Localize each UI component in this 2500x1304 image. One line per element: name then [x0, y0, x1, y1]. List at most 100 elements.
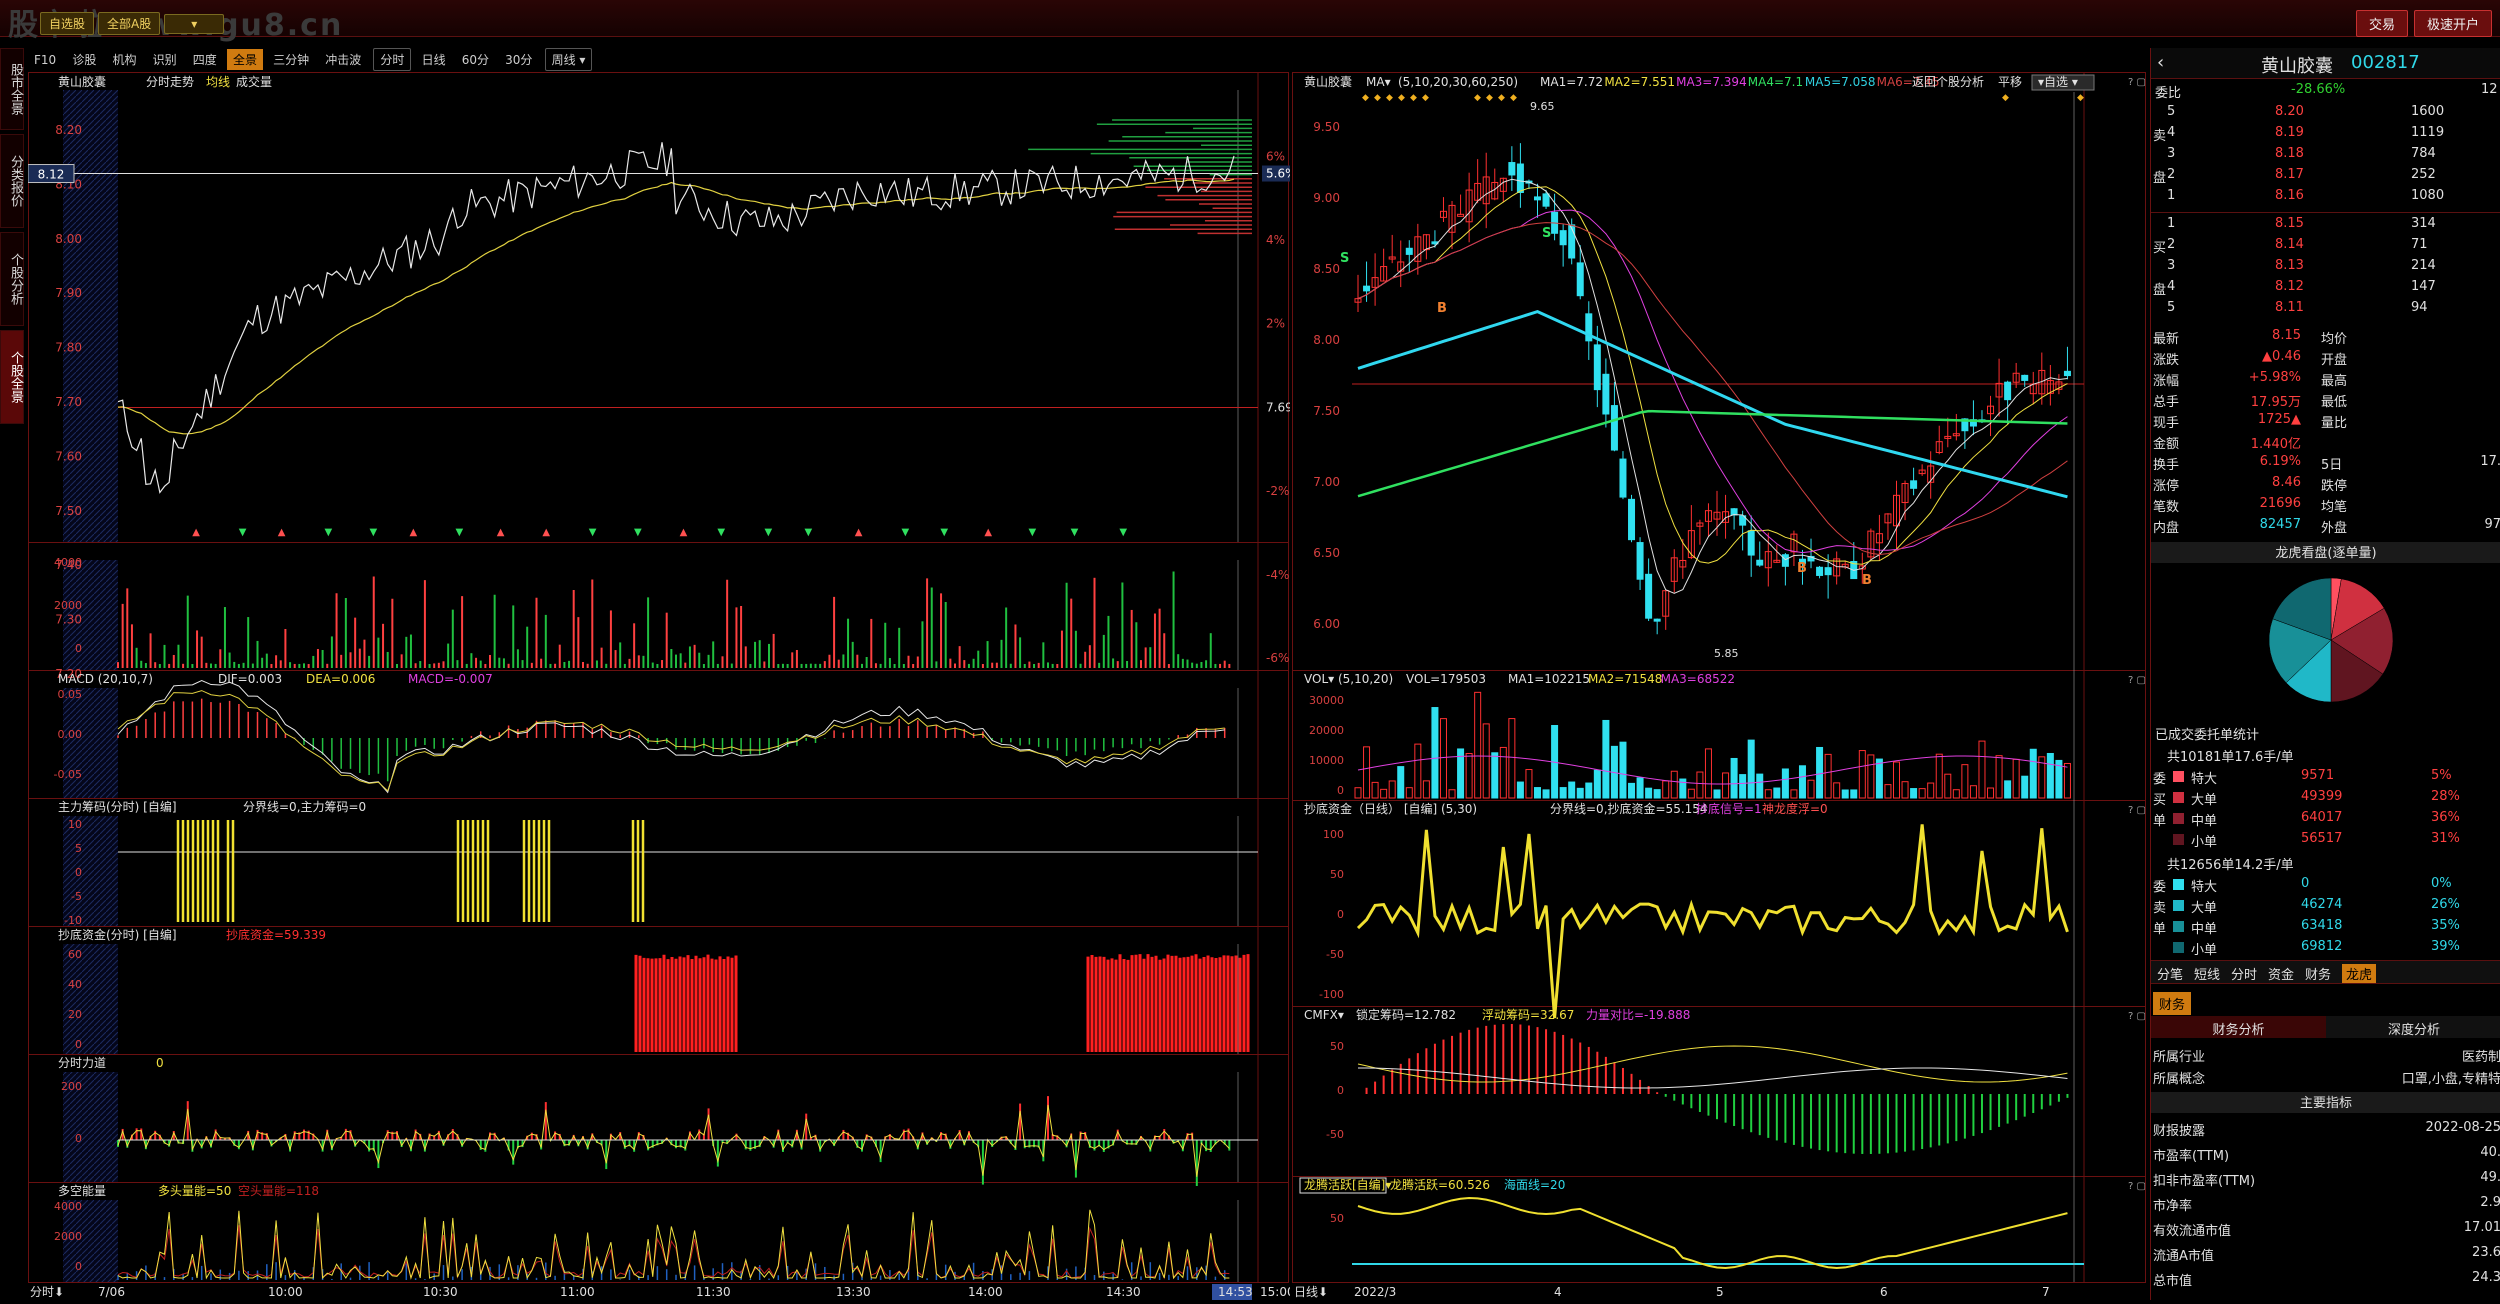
candle-body — [1559, 230, 1567, 246]
tab-30min[interactable]: 30分 — [499, 49, 538, 70]
buy-group-summary-row: 共12656单14.2手/单 — [2151, 852, 2500, 873]
time-tick: 14:00 — [968, 1285, 1003, 1299]
metric-value: 2.9 — [2480, 1195, 2500, 1210]
candle-body — [1363, 285, 1371, 292]
quote-tab[interactable]: 龙虎 — [2342, 964, 2377, 983]
quote-tab[interactable]: 短线 — [2194, 964, 2220, 983]
level-label: 2 — [2167, 237, 2176, 252]
price-panel-frame — [28, 72, 1289, 543]
pct-tick: 2% — [1266, 317, 1285, 331]
sell-volume: 1119 — [2411, 125, 2445, 140]
quote-tab[interactable]: 资金 — [2268, 964, 2294, 983]
daily-price-tick: 6.00 — [1313, 617, 1340, 631]
daily-price-panel-frame — [1292, 72, 2146, 671]
order-type: 大单 — [2191, 793, 2218, 808]
daily-time-tick: 6 — [1880, 1285, 1888, 1299]
daily-price-tick: 7.50 — [1313, 404, 1340, 418]
order-type: 大单 — [2191, 901, 2218, 916]
tab-weekly[interactable]: 周线 ▾ — [544, 48, 593, 71]
daily-vol-bar — [1875, 758, 1883, 799]
daily-ma-val: MA1=7.72 — [1540, 75, 1603, 89]
daily-vol-tick: 30000 — [1309, 694, 1344, 707]
metric-key: 市盈率(TTM) — [2153, 1149, 2230, 1164]
tab-panorama[interactable]: 全景 — [226, 49, 263, 70]
vtab-stock-analysis[interactable]: 个股分析 — [0, 232, 24, 326]
price-tick: 7.30 — [55, 613, 82, 627]
signal-marker: ▼ — [239, 527, 247, 538]
level-label: 4 — [2167, 279, 2176, 294]
tab-intraday[interactable]: 分时 — [373, 48, 412, 71]
quote-tab[interactable]: 分笔 — [2157, 964, 2183, 983]
intraday-svg: 黄山胶囊 分时走势 均线 成交量8.208.108.007.907.807.707.6… — [27, 72, 1297, 1300]
stat-key: 涨跌 — [2153, 353, 2180, 368]
event-marker: ◆ — [1410, 93, 1417, 103]
daily-vol-bar — [1730, 757, 1738, 799]
quote-tab[interactable]: 分时 — [2231, 964, 2257, 983]
signal-marker: ▲ — [278, 527, 286, 538]
candle-body — [1636, 542, 1644, 580]
sell-volume: 1600 — [2411, 104, 2445, 119]
stat-key: 换手 — [2153, 458, 2180, 473]
lidao-panel-frame — [28, 1054, 1289, 1183]
tab-f10[interactable]: F10 — [28, 51, 62, 69]
tab-daily[interactable]: 日线 — [416, 49, 452, 70]
order-pct: 36% — [2431, 810, 2460, 825]
all-a-shares-button[interactable]: 全部A股 — [98, 12, 161, 35]
daily-chaodi-tick: 0 — [1337, 908, 1344, 921]
tab-identify[interactable]: 识别 — [147, 49, 183, 70]
watchlist-button[interactable]: 自选股 — [40, 12, 95, 35]
daily-vol-ma: MA3=68522 — [1661, 672, 1735, 686]
buy-volume: 314 — [2411, 216, 2436, 231]
tab-diagnose[interactable]: 诊股 — [66, 49, 102, 70]
sell-price: 8.16 — [2275, 188, 2304, 203]
open-account-button[interactable]: 极速开户 — [2413, 10, 2492, 37]
metric-row: 流通A市值 23.6 — [2151, 1243, 2500, 1264]
time-tick: 13:30 — [836, 1285, 871, 1299]
order-count: 0 — [2301, 876, 2310, 891]
event-marker: ◆ — [1510, 93, 1517, 103]
level-label: 4 — [2167, 125, 2176, 140]
sell-level: 3 8.18 784 — [2151, 144, 2500, 165]
tab-shockwave[interactable]: 冲击波 — [319, 49, 367, 70]
vtab-market-overview[interactable]: 股市全景 — [0, 48, 24, 130]
signal-marker: ▼ — [717, 527, 725, 538]
stat-value: 82457 — [2259, 517, 2301, 532]
daily-title: 黄山胶囊 — [1304, 74, 1352, 89]
tab-deep-analysis[interactable]: 深度分析 — [2327, 1019, 2500, 1038]
sell-volume: 1080 — [2411, 188, 2445, 203]
daily-vol-bar — [1824, 753, 1832, 799]
cmfx-tick: 0 — [1337, 1084, 1344, 1097]
zhuli-val: 分界线=0,主力筹码=0 — [243, 800, 366, 814]
signal-marker: ▲ — [497, 527, 505, 538]
tab-four-degree[interactable]: 四度 — [187, 49, 223, 70]
signal-marker: ▲ — [192, 527, 200, 538]
daily-chaodi-extra: 抄底信号=1 — [1696, 801, 1762, 816]
daily-vol-tick: 10000 — [1309, 754, 1344, 767]
candle-body — [1816, 566, 1824, 576]
tab-institution[interactable]: 机构 — [106, 49, 142, 70]
side-label: 买 — [2153, 793, 2167, 808]
tab-finance-analysis[interactable]: 财务分析 — [2151, 1016, 2326, 1038]
pct-tick: -2% — [1266, 484, 1289, 498]
quote-tab[interactable]: 财务 — [2305, 964, 2331, 983]
sell-group-summary-row: 共10181单17.6手/单 — [2151, 744, 2500, 765]
back-chevron-icon[interactable]: ‹ — [2157, 52, 2164, 73]
trade-button[interactable]: 交易 — [2355, 10, 2408, 37]
dropdown-button[interactable]: ▾ — [164, 14, 225, 34]
daily-vol-bar — [1516, 781, 1524, 799]
cmfx-lock-line — [1357, 1067, 2068, 1089]
stat-key2: 最低 — [2321, 395, 2348, 410]
buy-price: 8.11 — [2275, 300, 2304, 315]
order-title-row: 已成交委托单统计 — [2155, 728, 2260, 743]
metric-key: 总市值 — [2153, 1274, 2193, 1289]
vtab-category-quote[interactable]: 分类报价 — [0, 134, 24, 228]
tab-60min[interactable]: 60分 — [456, 49, 495, 70]
sell-group-summary: 共10181单17.6手/单 — [2167, 750, 2294, 765]
vtab-stock-panorama[interactable]: 个股全景 — [0, 330, 24, 424]
tab-three-minute[interactable]: 三分钟 — [267, 49, 315, 70]
stat-value: +5.98% — [2248, 370, 2301, 385]
tab-finance[interactable]: 财务 — [2153, 992, 2192, 1015]
signal-marker: ▲ — [855, 527, 863, 538]
daily-vol-bar — [1499, 746, 1507, 799]
daily-vol-bar — [1585, 782, 1593, 799]
